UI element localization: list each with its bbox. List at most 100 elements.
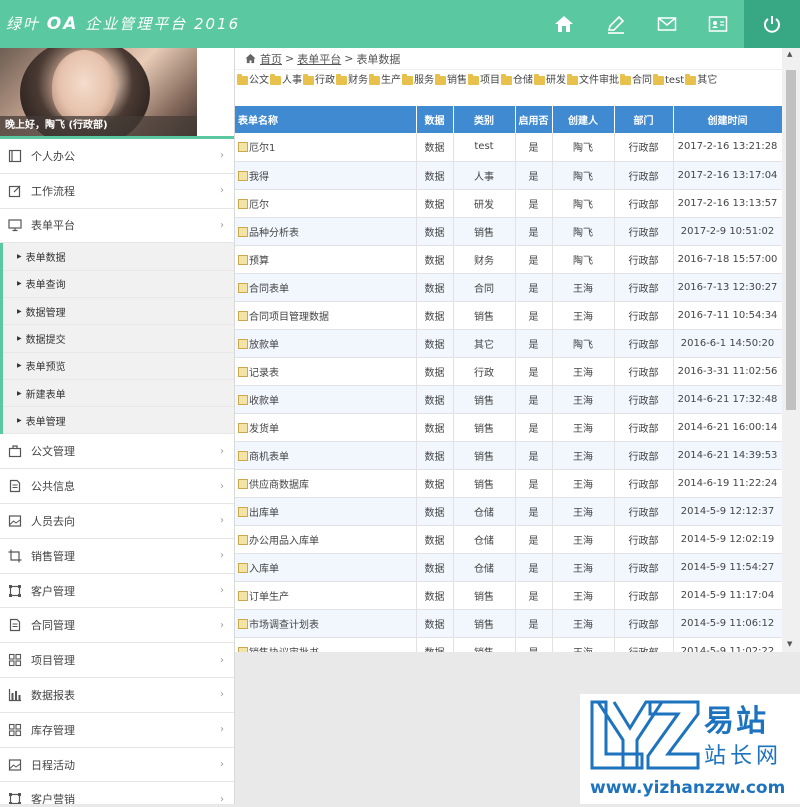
folder-link[interactable]: 行政	[303, 73, 335, 88]
form-name-cell[interactable]: 品种分析表	[235, 217, 417, 246]
sidebar-item-5-items_bottom[interactable]: 合同管理 ›	[0, 608, 234, 644]
folder-link[interactable]: 仓储	[501, 73, 533, 88]
caret-right-icon: ▶	[17, 389, 22, 397]
sidebar-item-0-items_bottom[interactable]: 公文管理 ›	[0, 434, 234, 470]
scroll-down-arrow[interactable]: ▼	[787, 640, 792, 648]
form-name-cell[interactable]: 收款单	[235, 385, 417, 414]
folder-link[interactable]: 销售	[435, 73, 467, 88]
edit-button[interactable]	[592, 0, 640, 48]
folder-link[interactable]: 公文	[237, 73, 269, 88]
table-row[interactable]: 销售协议审批书数据销售是王海行政部2014-5-9 11:02:22	[235, 637, 782, 652]
folder-link[interactable]: 人事	[270, 73, 302, 88]
column-header[interactable]: 创建人	[552, 106, 615, 133]
form-name-cell[interactable]: 商机表单	[235, 441, 417, 470]
form-name-cell[interactable]: 记录表	[235, 357, 417, 386]
table-cell: 销售	[453, 217, 516, 246]
form-name-cell[interactable]: 入库单	[235, 553, 417, 582]
folder-link[interactable]: 其它	[685, 73, 717, 88]
table-row[interactable]: 合同项目管理数据 数据 销售是王海 行政部 2016-7-11 10:54:34	[235, 301, 782, 330]
sidebar-item-7-items_bottom[interactable]: 数据报表 ›	[0, 678, 234, 713]
table-row[interactable]: 收款单 数据 销售是王海 行政部 2014-6-21 17:32:48	[235, 385, 782, 414]
table-row[interactable]: 办公用品入库单 数据 仓储是王海 行政部 2014-5-9 12:02:19	[235, 525, 782, 554]
column-header[interactable]: 启用否	[515, 106, 553, 133]
table-row[interactable]: 发货单 数据 销售是王海 行政部 2014-6-21 16:00:14	[235, 413, 782, 442]
sidebar-item-2-items_top[interactable]: 表单平台 ›	[0, 209, 234, 244]
sidebar-item-label: 客户管理	[31, 584, 75, 598]
table-row[interactable]: 厄尔 数据 研发是陶飞 行政部 2017-2-16 13:13:57	[235, 189, 782, 218]
table-row[interactable]: 我得 数据 人事是陶飞 行政部 2017-2-16 13:17:04	[235, 161, 782, 190]
breadcrumb-home[interactable]: 首页	[260, 51, 282, 67]
form-name-cell[interactable]: 厄尔	[235, 189, 417, 218]
scroll-up-arrow[interactable]: ▲	[787, 50, 792, 58]
vertical-scrollbar[interactable]: ▲ ▼	[782, 48, 800, 652]
column-header[interactable]: 创建时间	[673, 106, 782, 133]
home-button[interactable]	[540, 0, 588, 48]
chevron-right-icon: ›	[220, 654, 224, 666]
table-row[interactable]: 商机表单 数据 销售是王海 行政部 2014-6-21 14:39:53	[235, 441, 782, 470]
form-name-cell[interactable]: 放款单	[235, 329, 417, 358]
sidebar-item-4-items_bottom[interactable]: 客户管理 ›	[0, 574, 234, 609]
column-header[interactable]: 类别	[453, 106, 516, 133]
table-cell: 是	[515, 357, 553, 386]
form-name-cell[interactable]: 销售协议审批书	[235, 637, 417, 652]
table-row[interactable]: 供应商数据库 数据 销售是王海 行政部 2014-6-19 11:22:24	[235, 469, 782, 498]
folder-link[interactable]: 文件审批	[567, 73, 619, 88]
table-row[interactable]: 预算 数据 财务是陶飞 行政部 2016-7-18 15:57:00	[235, 245, 782, 274]
form-name-cell[interactable]: 供应商数据库	[235, 469, 417, 498]
table-row[interactable]: 订单生产 数据 销售是王海 行政部 2014-5-9 11:17:04	[235, 581, 782, 610]
form-name-cell[interactable]: 市场调查计划表	[235, 609, 417, 638]
folder-link[interactable]: 生产	[369, 73, 401, 88]
sidebar-item-0-items_top[interactable]: 个人办公 ›	[0, 139, 234, 174]
sidebar-item-1-items_bottom[interactable]: 公共信息 ›	[0, 469, 234, 505]
folder-link[interactable]: test	[653, 73, 684, 88]
sidebar-item-1-items_top[interactable]: 工作流程 ›	[0, 174, 234, 209]
sidebar-item-8-items_bottom[interactable]: 库存管理 ›	[0, 713, 234, 748]
form-name-cell[interactable]: 厄尔1	[235, 133, 417, 162]
submenu-item[interactable]: ▶ 表单预览	[3, 353, 234, 380]
column-header[interactable]: 数据	[416, 106, 454, 133]
sidebar-item-6-items_bottom[interactable]: 项目管理 ›	[0, 643, 234, 679]
breadcrumb-section[interactable]: 表单平台	[297, 51, 341, 67]
table-row[interactable]: 厄尔1 数据 test 是陶飞 行政部 2017-2-16 13:21:28	[235, 133, 782, 162]
user-profile: 晚上好，陶飞 (行政部)	[0, 48, 197, 136]
sidebar-item-10-items_bottom[interactable]: 客户营销 ›	[0, 782, 234, 804]
sidebar-item-9-items_bottom[interactable]: 日程活动 ›	[0, 748, 234, 783]
table-cell: 数据	[416, 553, 454, 582]
submenu-item[interactable]: ▶ 表单查询	[3, 271, 234, 298]
table-row[interactable]: 合同表单 数据 合同是王海 行政部 2016-7-13 12:30:27	[235, 273, 782, 302]
form-name-cell[interactable]: 办公用品入库单	[235, 525, 417, 554]
form-name-cell[interactable]: 出库单	[235, 497, 417, 526]
form-name-cell[interactable]: 合同表单	[235, 273, 417, 302]
scroll-thumb[interactable]	[786, 70, 796, 410]
sidebar-item-2-items_bottom[interactable]: 人员去向 ›	[0, 504, 234, 539]
submenu-item[interactable]: ▶ 数据管理	[3, 298, 234, 326]
table-row[interactable]: 入库单 数据 仓储是王海 行政部 2014-5-9 11:54:27	[235, 553, 782, 582]
table-row[interactable]: 记录表 数据 行政是王海 行政部 2016-3-31 11:02:56	[235, 357, 782, 386]
submenu-item[interactable]: ▶ 新建表单	[3, 380, 234, 408]
form-name-cell[interactable]: 预算	[235, 245, 417, 274]
table-cell: 行政部	[614, 245, 674, 274]
sidebar-item-3-items_bottom[interactable]: 销售管理 ›	[0, 539, 234, 574]
logout-button[interactable]	[744, 0, 800, 48]
submenu-item[interactable]: ▶ 表单数据	[3, 243, 234, 271]
form-name-cell[interactable]: 发货单	[235, 413, 417, 442]
folder-link[interactable]: 财务	[336, 73, 368, 88]
folder-link[interactable]: 项目	[468, 73, 500, 88]
mail-button[interactable]	[643, 0, 691, 48]
folder-link[interactable]: 服务	[402, 73, 434, 88]
submenu-item[interactable]: ▶ 数据提交	[3, 325, 234, 353]
folder-link[interactable]: 合同	[620, 73, 652, 88]
contacts-button[interactable]	[694, 0, 742, 48]
table-row[interactable]: 品种分析表 数据 销售是陶飞 行政部 2017-2-9 10:51:02	[235, 217, 782, 246]
column-header[interactable]: 部门	[614, 106, 674, 133]
table-row[interactable]: 放款单 数据 其它是陶飞 行政部 2016-6-1 14:50:20	[235, 329, 782, 358]
breadcrumb: 首页 > 表单平台 > 表单数据	[235, 48, 782, 70]
form-name-cell[interactable]: 订单生产	[235, 581, 417, 610]
form-name-cell[interactable]: 合同项目管理数据	[235, 301, 417, 330]
table-row[interactable]: 市场调查计划表 数据 销售是王海 行政部 2014-5-9 11:06:12	[235, 609, 782, 638]
column-header[interactable]: 表单名称	[235, 106, 417, 133]
submenu-item[interactable]: ▶ 表单管理	[3, 407, 234, 435]
folder-link[interactable]: 研发	[534, 73, 566, 88]
form-name-cell[interactable]: 我得	[235, 161, 417, 190]
table-row[interactable]: 出库单 数据 仓储是王海 行政部 2014-5-9 12:12:37	[235, 497, 782, 526]
